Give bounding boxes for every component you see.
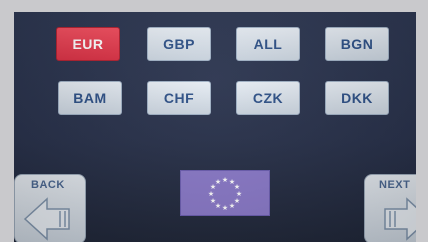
svg-text:★: ★ bbox=[222, 176, 228, 184]
currency-button-chf[interactable]: CHF bbox=[147, 81, 211, 115]
svg-text:★: ★ bbox=[229, 202, 235, 210]
eu-stars: ★ ★ ★ ★ ★ ★ ★ ★ ★ ★ ★ ★ bbox=[208, 176, 242, 212]
svg-text:★: ★ bbox=[215, 178, 221, 186]
svg-text:★: ★ bbox=[222, 204, 228, 212]
touch-screen: EUR GBP ALL BGN BAM CHF CZK DKK BACK ★ ★… bbox=[14, 12, 416, 242]
currency-button-bgn[interactable]: BGN bbox=[325, 27, 389, 61]
svg-text:★: ★ bbox=[210, 197, 216, 205]
currency-button-eur[interactable]: EUR bbox=[56, 27, 120, 61]
next-label: NEXT bbox=[379, 179, 411, 191]
currency-button-czk[interactable]: CZK bbox=[236, 81, 300, 115]
arrow-right-icon bbox=[384, 197, 416, 241]
arrow-left-icon bbox=[23, 197, 70, 241]
eu-flag-icon: ★ ★ ★ ★ ★ ★ ★ ★ ★ ★ ★ ★ bbox=[180, 170, 270, 216]
back-button[interactable]: BACK bbox=[14, 174, 86, 242]
svg-text:★: ★ bbox=[208, 190, 214, 198]
currency-button-dkk[interactable]: DKK bbox=[325, 81, 389, 115]
next-button[interactable]: NEXT bbox=[364, 174, 416, 242]
currency-button-gbp[interactable]: GBP bbox=[147, 27, 211, 61]
currency-button-bam[interactable]: BAM bbox=[58, 81, 122, 115]
back-label: BACK bbox=[31, 179, 65, 191]
currency-button-all[interactable]: ALL bbox=[236, 27, 300, 61]
